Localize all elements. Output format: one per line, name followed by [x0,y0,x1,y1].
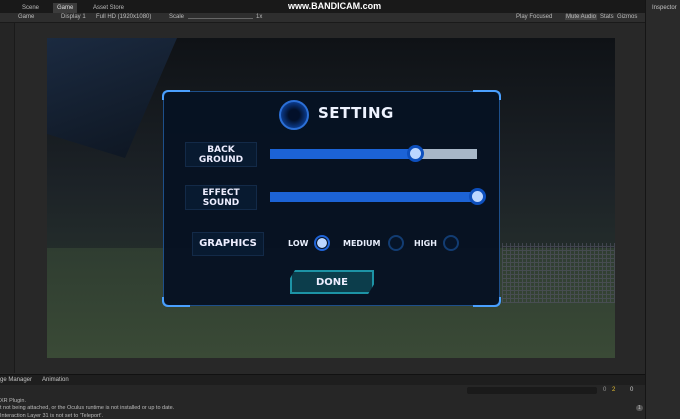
inspector-tab[interactable]: Inspector [652,5,677,11]
frame-corner [162,297,190,307]
scale-slider[interactable] [188,18,253,19]
graphics-option-medium-label: MEDIUM [343,239,381,248]
play-focused-dropdown[interactable]: Play Focused [516,14,552,20]
bandicam-watermark: www.BANDICAM.com [288,1,382,11]
console-panel: ge Manager Animation 0 2 0 XR Plugin. t … [0,374,645,419]
tab-scene[interactable]: Scene [18,3,43,13]
warning-count[interactable]: 2 [612,387,615,393]
view-dropdown[interactable]: Game [18,14,34,20]
gizmos-dropdown[interactable]: Gizmos [617,14,637,20]
frame-corner [162,90,190,100]
log-line[interactable]: XR Plugin. [0,398,26,404]
tennis-net [502,243,615,303]
hierarchy-panel [0,23,15,373]
background-label: BACK GROUND [185,142,257,167]
effect-sound-slider[interactable] [270,188,486,205]
graphics-option-high-label: HIGH [414,239,437,248]
settings-gear-icon [279,100,309,130]
frame-corner [473,90,501,100]
settings-dialog: SETTING BACK GROUND EFFECT SOUND GRAPHIC… [162,90,501,307]
tab-asset-store[interactable]: Asset Store [89,3,128,13]
log-line[interactable]: Interaction Layer 31 is not set to 'Tele… [0,413,103,419]
graphics-low-radio[interactable] [314,235,330,251]
tab-animation[interactable]: Animation [42,377,69,383]
tab-manager[interactable]: ge Manager [0,377,32,383]
resolution-dropdown[interactable]: Full HD (1920x1080) [96,14,151,20]
scale-label: Scale [169,14,185,20]
slider-fill [270,149,415,159]
stadium-roof [47,38,177,158]
display-dropdown[interactable]: Display 1 [61,14,86,20]
frame-corner [473,297,501,307]
slider-fill [270,192,477,202]
game-toolbar: Game Display 1 Full HD (1920x1080) Scale… [0,13,645,23]
slider-handle[interactable] [406,145,424,162]
slider-handle[interactable] [469,188,486,205]
log-line[interactable]: t not being attached, or the Oculus runt… [0,405,174,411]
info-count[interactable]: 0 [603,387,606,393]
scale-value: 1x [256,14,263,20]
console-search-input[interactable] [467,387,597,394]
background-volume-slider[interactable] [270,145,477,162]
graphics-high-radio[interactable] [443,235,459,251]
error-count[interactable]: 0 [630,387,633,393]
stats-button[interactable]: Stats [600,14,614,20]
editor-tab-bar: Scene Game Asset Store www.BANDICAM.com [0,0,645,13]
done-button[interactable]: DONE [290,270,374,294]
console-tab-bar: ge Manager Animation [0,375,645,385]
graphics-label: GRAPHICS [192,232,264,256]
graphics-option-low-label: LOW [288,239,309,248]
dialog-title: SETTING [318,104,394,122]
effect-sound-label: EFFECT SOUND [185,185,257,210]
log-count-badge: 1 [636,405,643,411]
graphics-medium-radio[interactable] [388,235,404,251]
mute-audio-button[interactable]: Mute Audio [565,14,598,20]
inspector-panel: Inspector [645,0,680,419]
tab-game[interactable]: Game [53,3,78,13]
